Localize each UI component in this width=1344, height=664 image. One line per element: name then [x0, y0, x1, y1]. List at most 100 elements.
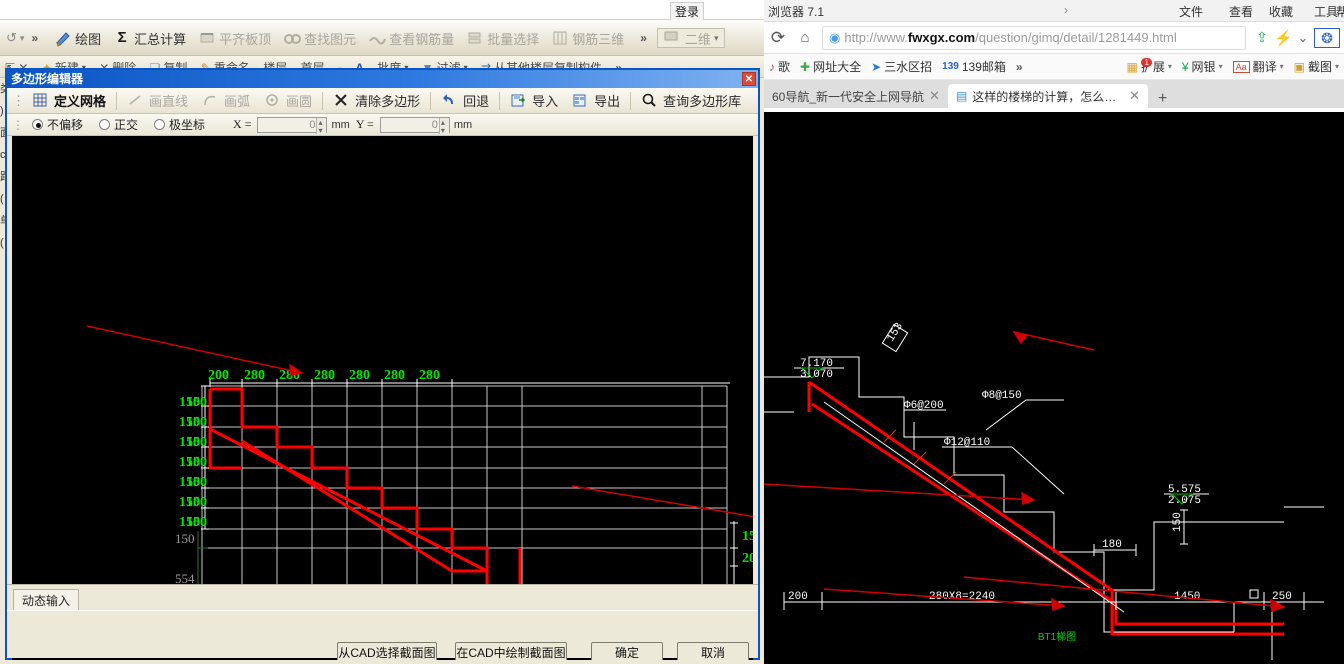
- bookmarks-overflow[interactable]: »: [1011, 60, 1028, 74]
- ok-button[interactable]: 确定: [591, 642, 663, 660]
- dialog-title-text: 多边形编辑器: [11, 72, 84, 86]
- toolbar-button-summary-calc[interactable]: Σ 汇总计算: [107, 20, 192, 56]
- select-section-from-cad-button[interactable]: 从CAD选择截面图: [337, 642, 437, 660]
- y-label: Y =: [355, 117, 374, 131]
- left-dim-ov-0: 150: [186, 395, 207, 410]
- lightning-icon[interactable]: ⚡: [1274, 29, 1293, 47]
- chevron-down-icon-cap[interactable]: ▾: [1335, 62, 1339, 71]
- bookmark-music[interactable]: ♪ 歌: [764, 58, 795, 75]
- radio-orthogonal[interactable]: 正交: [91, 116, 146, 133]
- circle-icon: [264, 92, 282, 110]
- cad-caption: BT1梯图: [1038, 630, 1076, 643]
- view-mode-dropdown[interactable]: 二维 ▾: [656, 28, 726, 48]
- left-dim-ov-1: 150: [186, 415, 207, 430]
- radio-label-polar: 极坐标: [169, 118, 206, 132]
- tab-close-icon-1[interactable]: ✕: [1129, 88, 1140, 104]
- undo-icon: [441, 92, 459, 110]
- tool-define-grid[interactable]: 定义网格: [25, 88, 113, 114]
- login-link[interactable]: 登录: [669, 2, 704, 21]
- menu-tools[interactable]: 工具: [1314, 3, 1338, 20]
- url-scheme: http://www.: [844, 30, 908, 45]
- toolbar-button-align-slab-top[interactable]: 平齐板顶: [192, 20, 277, 56]
- polygon-drawing-canvas[interactable]: 200 280 280 280 280 280 280 150 150 150 …: [12, 136, 753, 660]
- share-icon[interactable]: ⇪: [1250, 29, 1274, 46]
- tool-import[interactable]: 导入: [503, 88, 565, 114]
- toolbar-overflow-right[interactable]: »: [630, 20, 657, 56]
- ebank-menu[interactable]: ¥ 网银 ▾: [1177, 58, 1228, 75]
- overflow-chevron[interactable]: »: [27, 31, 42, 45]
- tab-close-icon-0[interactable]: ✕: [929, 88, 940, 104]
- browser-urlbar: ⟳ ⌂ ◉ http://www. fwxgx.com /question/gi…: [764, 22, 1344, 54]
- chevron-down-icon[interactable]: ▾: [714, 33, 719, 44]
- bookmarks-bar: ♪ 歌 ✚ 网址大全 ➤ 三水区招 139 139邮箱 » ▦ 扩展 1 ▾ ¥…: [764, 54, 1344, 80]
- left-dim-ov-4: 150: [186, 475, 207, 490]
- chevron-down-icon-ext[interactable]: ▾: [1168, 62, 1172, 71]
- toolbar-button-find-element[interactable]: 查找图元: [277, 20, 362, 56]
- chevron-down-icon-bank[interactable]: ▾: [1219, 62, 1223, 71]
- browser-tab-0[interactable]: 60导航_新一代安全上网导航 ✕: [764, 84, 948, 108]
- url-input[interactable]: ◉ http://www. fwxgx.com /question/gimq/d…: [822, 25, 1246, 50]
- menu-view[interactable]: 查看: [1229, 3, 1253, 20]
- bookmark-sanshui[interactable]: ➤ 三水区招: [866, 58, 937, 75]
- bookmark-hao123[interactable]: ✚ 网址大全: [795, 58, 866, 75]
- left-dim-ov-5: 150: [186, 495, 207, 510]
- draw-section-in-cad-button[interactable]: 在CAD中绘制截面图: [455, 642, 567, 660]
- toolbar-label-batch-select: 批量选择: [487, 31, 540, 47]
- menu-favorites[interactable]: 收藏: [1269, 3, 1293, 20]
- toolbar-button-draw[interactable]: 绘图: [48, 20, 107, 56]
- browser-tab-1[interactable]: ▤ 这样的楼梯的计算，怎么计算？ ✕: [947, 84, 1148, 108]
- tool-export[interactable]: 导出: [565, 88, 627, 114]
- extension-menu[interactable]: ▦ 扩展 1 ▾: [1121, 58, 1176, 75]
- tool-query-polygon-library[interactable]: 查询多边形库: [634, 88, 748, 114]
- menu-file[interactable]: 文件: [1179, 3, 1203, 20]
- arc-icon: [202, 92, 220, 110]
- top-dim-5: 280: [384, 368, 405, 383]
- tool-draw-circle[interactable]: 画圆: [257, 88, 319, 114]
- left-dim-ov-6: 150: [186, 515, 207, 530]
- titlebar-overflow[interactable]: ›: [1064, 3, 1068, 17]
- tool-draw-arc[interactable]: 画弧: [195, 88, 257, 114]
- elev-bot-1: 2.075: [1168, 495, 1201, 507]
- cancel-button[interactable]: 取消: [677, 642, 749, 660]
- rebar-icon: [368, 29, 387, 47]
- tool-undo[interactable]: 回退: [434, 88, 496, 114]
- browser-titlebar: 浏览器 7.1 › 文件 查看 收藏 工具 帮: [764, 0, 1344, 22]
- radio-polar[interactable]: 极坐标: [146, 116, 213, 133]
- bookmark-139mail[interactable]: 139 139邮箱: [937, 58, 1011, 75]
- dynamic-input-tab[interactable]: 动态输入: [13, 589, 80, 611]
- toolbar-button-rebar-3d[interactable]: 钢筋三维: [545, 20, 630, 56]
- paw-icon[interactable]: ❂: [1314, 27, 1340, 48]
- left-dim-ov-3: 150: [186, 455, 207, 470]
- toolbar-overflow-left[interactable]: ↺ ▾ »: [0, 20, 48, 56]
- y-spinner[interactable]: [438, 115, 449, 138]
- new-tab-button[interactable]: +: [1148, 90, 1177, 108]
- chevron-down-icon[interactable]: ⌄: [1292, 30, 1314, 46]
- tool-clear-polygon[interactable]: 清除多边形: [326, 88, 427, 114]
- tool-draw-line[interactable]: 画直线: [120, 88, 195, 114]
- translate-menu[interactable]: Aa 翻译 ▾: [1228, 58, 1289, 75]
- menu-help[interactable]: 帮: [1336, 3, 1344, 20]
- overflow-chevron-right[interactable]: »: [636, 31, 651, 45]
- x-spinner[interactable]: [316, 115, 327, 138]
- x-input[interactable]: 0: [257, 115, 328, 138]
- ebank-label: 网银: [1191, 60, 1216, 74]
- left-gray-dim-0: 150: [175, 531, 195, 546]
- tool-label-draw-circle: 画圆: [286, 94, 313, 109]
- close-icon[interactable]: ✕: [742, 72, 756, 86]
- left-dim-ov-2: 150: [186, 435, 207, 450]
- toolbar-divider-3: [430, 91, 432, 110]
- reload-icon[interactable]: ⟳: [764, 28, 792, 48]
- radio-no-offset[interactable]: 不偏移: [24, 116, 91, 133]
- url-domain: fwxgx.com: [907, 30, 976, 45]
- y-input[interactable]: 0: [379, 115, 450, 138]
- chevron-down-icon-trans[interactable]: ▾: [1280, 62, 1284, 71]
- capture-menu[interactable]: ▣ 截图 ▾: [1289, 58, 1344, 75]
- bottom-cad-dim-3: 250: [1272, 591, 1292, 603]
- home-icon[interactable]: ⌂: [792, 29, 818, 46]
- cad-drawing-viewer[interactable]: 7.170 3.070 Φ8@150 Φ6@200 Φ12@110 153 5.…: [764, 112, 1344, 664]
- toolbar-button-view-rebar-qty[interactable]: 查看钢筋量: [362, 20, 460, 56]
- arrow-icon: ➤: [871, 59, 882, 74]
- binoculars-icon: [283, 29, 302, 47]
- polygon-status-bar: 动态输入: [7, 584, 758, 611]
- toolbar-button-batch-select[interactable]: 批量选择: [460, 20, 545, 56]
